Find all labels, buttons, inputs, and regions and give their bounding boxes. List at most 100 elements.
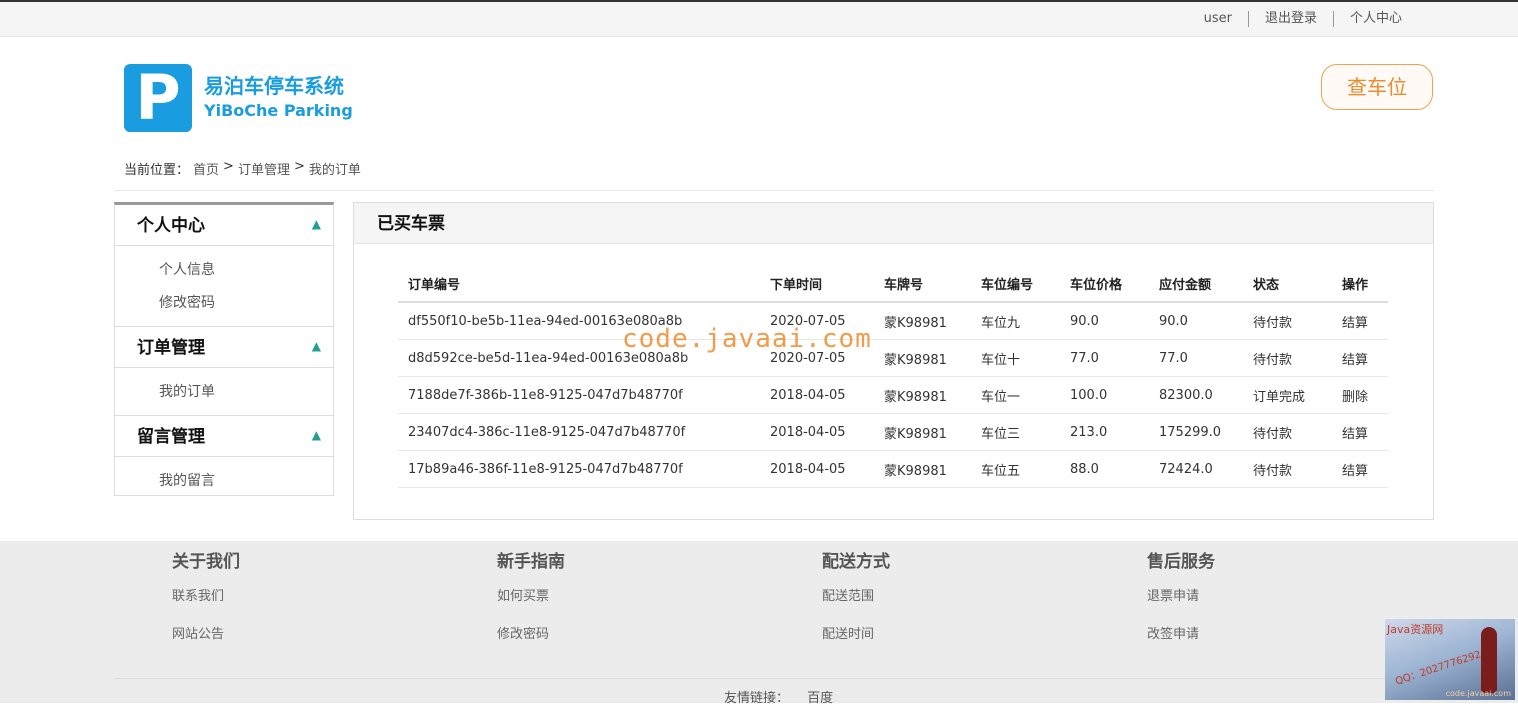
site-logo[interactable]: P 易泊车停车系统 YiBoChe Parking [124, 64, 353, 132]
column-header: 车位编号 [971, 265, 1060, 303]
plate-number: 蒙K98981 [874, 376, 971, 414]
breadcrumb-current[interactable]: 我的订单 [309, 159, 361, 178]
checkout-action[interactable]: 结算 [1332, 302, 1388, 340]
footer-link[interactable]: 配送时间 [822, 627, 890, 643]
sidebar-group-header[interactable]: 留言管理 ▲ [115, 416, 333, 457]
footer-link[interactable]: 联系我们 [172, 589, 240, 605]
table-row: 17b89a46-386f-11e8-9125-047d7b48770f 201… [398, 450, 1388, 488]
delete-action[interactable]: 删除 [1332, 376, 1388, 414]
friend-link[interactable]: 百度 [807, 691, 833, 706]
checkout-action[interactable]: 结算 [1332, 339, 1388, 377]
table-row: df550f10-be5b-11ea-94ed-00163e080a8b 202… [398, 302, 1388, 340]
amount-due: 175299.0 [1149, 413, 1243, 451]
footer-column: 关于我们 联系我们 网站公告 [172, 541, 240, 643]
column-header: 车位价格 [1060, 265, 1149, 303]
column-header: 状态 [1243, 265, 1332, 303]
footer-link[interactable]: 修改密码 [497, 627, 565, 643]
promo-qq: QQ：2027776292 [1394, 649, 1483, 688]
footer-link[interactable]: 网站公告 [172, 627, 240, 643]
footer-link[interactable]: 改签申请 [1147, 627, 1215, 643]
sidebar: 个人中心 ▲ 个人信息 修改密码 订单管理 ▲ 我的订单 留言管理 ▲ 我的留言 [114, 202, 334, 496]
sidebar-item-profile[interactable]: 个人信息 [115, 254, 333, 287]
breadcrumb: 当前位置： 首页 > 订单管理 > 我的订单 [124, 159, 365, 178]
spot-number: 车位三 [971, 413, 1060, 451]
promo-title: Java资源网 [1387, 623, 1444, 636]
sidebar-item-my-messages[interactable]: 我的留言 [115, 465, 333, 498]
table-header-row: 订单编号 下单时间 车牌号 车位编号 车位价格 应付金额 状态 操作 [398, 265, 1388, 303]
spot-price: 77.0 [1060, 339, 1149, 377]
order-time: 2018-04-05 [760, 450, 874, 488]
promo-figure [1481, 627, 1497, 693]
order-time: 2018-04-05 [760, 376, 874, 414]
panel-title: 已买车票 [377, 214, 445, 234]
footer-column-title: 新手指南 [497, 552, 565, 572]
breadcrumb-home[interactable]: 首页 [193, 159, 219, 178]
chevron-up-icon[interactable]: ▲ [312, 339, 321, 353]
spot-price: 100.0 [1060, 376, 1149, 414]
username-link[interactable]: user [1188, 11, 1248, 27]
footer-column-title: 售后服务 [1147, 552, 1215, 572]
amount-due: 72424.0 [1149, 450, 1243, 488]
amount-due: 82300.0 [1149, 376, 1243, 414]
breadcrumb-sep: > [293, 159, 305, 174]
sidebar-group-header[interactable]: 个人中心 ▲ [115, 205, 333, 246]
footer-link[interactable]: 配送范围 [822, 589, 890, 605]
footer-link[interactable]: 如何买票 [497, 589, 565, 605]
spot-price: 90.0 [1060, 302, 1149, 340]
column-header: 操作 [1332, 265, 1388, 303]
table-row: 7188de7f-386b-11e8-9125-047d7b48770f 201… [398, 376, 1388, 414]
footer-column: 新手指南 如何买票 修改密码 [497, 541, 565, 643]
sidebar-item-change-password[interactable]: 修改密码 [115, 287, 333, 320]
breadcrumb-prefix: 当前位置： [124, 163, 190, 178]
footer-column-title: 配送方式 [822, 552, 890, 572]
checkout-action[interactable]: 结算 [1332, 450, 1388, 488]
find-parking-button[interactable]: 查车位 [1321, 64, 1433, 110]
logo-text: 易泊车停车系统 YiBoChe Parking [204, 73, 353, 123]
chevron-up-icon[interactable]: ▲ [312, 428, 321, 442]
column-header: 下单时间 [760, 265, 874, 303]
promo-site: code.javaai.com [1445, 689, 1511, 698]
order-status: 订单完成 [1243, 376, 1332, 414]
order-status: 待付款 [1243, 339, 1332, 377]
spot-number: 车位十 [971, 339, 1060, 377]
spot-price: 213.0 [1060, 413, 1149, 451]
column-header: 应付金额 [1149, 265, 1243, 303]
spot-number: 车位五 [971, 450, 1060, 488]
checkout-action[interactable]: 结算 [1332, 413, 1388, 451]
logout-link[interactable]: 退出登录 [1249, 11, 1333, 27]
table-row: d8d592ce-be5d-11ea-94ed-00163e080a8b 202… [398, 339, 1388, 377]
logo-name-cn: 易泊车停车系统 [204, 74, 344, 98]
order-status: 待付款 [1243, 450, 1332, 488]
friend-links-label: 友情链接： [724, 691, 790, 706]
plate-number: 蒙K98981 [874, 339, 971, 377]
column-header: 车牌号 [874, 265, 971, 303]
top-bar: user 退出登录 个人中心 [0, 2, 1518, 37]
parking-logo-icon: P [124, 64, 192, 132]
breadcrumb-section[interactable]: 订单管理 [238, 159, 290, 178]
plate-number: 蒙K98981 [874, 413, 971, 451]
divider [114, 190, 1434, 191]
orders-panel: 已买车票 订单编号 下单时间 车牌号 车位编号 车位价格 应付金额 状态 操作 … [353, 202, 1434, 520]
panel-header: 已买车票 [354, 203, 1433, 244]
logo-name-en: YiBoChe Parking [204, 101, 353, 120]
sidebar-item-my-orders[interactable]: 我的订单 [115, 376, 333, 409]
spot-number: 车位九 [971, 302, 1060, 340]
amount-due: 77.0 [1149, 339, 1243, 377]
sidebar-group-items: 个人信息 修改密码 [115, 246, 333, 327]
promo-image[interactable]: Java资源网 QQ：2027776292 code.javaai.com [1385, 619, 1515, 700]
sidebar-group-items: 我的订单 [115, 368, 333, 416]
sidebar-group-title: 订单管理 [137, 338, 205, 358]
sidebar-group-header[interactable]: 订单管理 ▲ [115, 327, 333, 368]
spot-number: 车位一 [971, 376, 1060, 414]
plate-number: 蒙K98981 [874, 450, 971, 488]
footer-column: 售后服务 退票申请 改签申请 [1147, 541, 1215, 643]
footer-link[interactable]: 退票申请 [1147, 589, 1215, 605]
column-header: 订单编号 [398, 265, 760, 303]
logo-letter: P [135, 61, 181, 134]
plate-number: 蒙K98981 [874, 302, 971, 340]
watermark-text: code.javaai.com [622, 324, 872, 354]
footer-column: 配送方式 配送范围 配送时间 [822, 541, 890, 643]
chevron-up-icon[interactable]: ▲ [312, 217, 321, 231]
personal-center-link[interactable]: 个人中心 [1334, 11, 1418, 27]
sidebar-group-title: 个人中心 [137, 216, 205, 236]
